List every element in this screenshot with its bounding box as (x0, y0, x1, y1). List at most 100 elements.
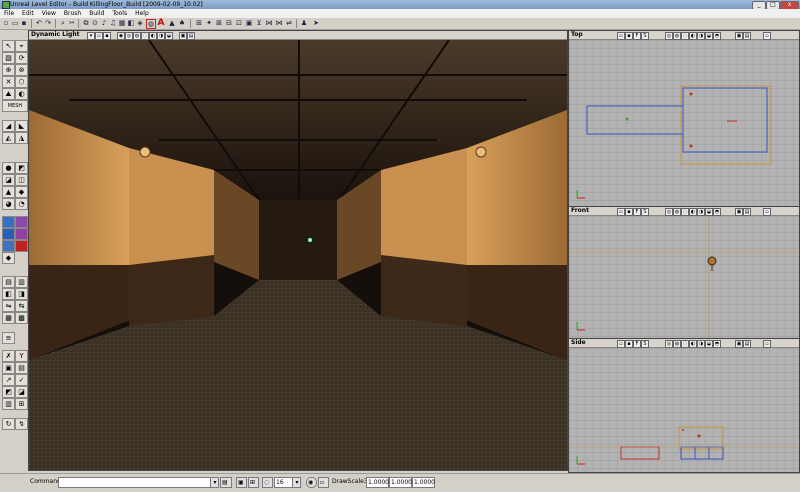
search-icon[interactable]: ⌕ (59, 19, 67, 27)
build-options-icon[interactable]: ⋈ (265, 19, 273, 27)
build-bsp-icon[interactable]: ⊠ (215, 19, 223, 27)
redo-icon[interactable]: ↷ (44, 19, 52, 27)
viewport-zone-button[interactable]: ◎ (125, 32, 133, 40)
viewport-grid-button[interactable]: ◑ (697, 340, 705, 348)
text-A-icon[interactable]: A (157, 19, 165, 28)
viewport-light-button[interactable]: ◌ (681, 340, 689, 348)
subtract-icon[interactable]: ◔ (15, 198, 28, 210)
shader-icon[interactable]: ▲ (168, 19, 176, 27)
sheet-brush-icon[interactable]: ◣ (15, 120, 28, 132)
intersect-icon[interactable] (2, 216, 15, 228)
viewport-tex-button[interactable]: F (633, 32, 641, 40)
viewport-grid-button[interactable]: ◑ (697, 32, 705, 40)
camera-mode-icon[interactable]: ↖ (2, 40, 15, 52)
actor-browser-icon[interactable]: ⊙ (91, 19, 99, 27)
undo-icon[interactable]: ↶ (35, 19, 43, 27)
align-icon[interactable]: ↗ (2, 374, 15, 386)
viewport-tex-button[interactable]: F (633, 340, 641, 348)
viewport-realtime-button[interactable]: ◐ (689, 32, 697, 40)
menu-file[interactable]: File (4, 9, 14, 18)
viewport-camera-button[interactable]: ▣ (179, 32, 187, 40)
viewport-lit-button[interactable]: ▪ (625, 32, 633, 40)
build-lighting-icon[interactable]: ✦ (205, 19, 213, 27)
curved-stair-icon[interactable]: ◫ (15, 174, 28, 186)
viewport-solid-button[interactable]: S (641, 32, 649, 40)
viewport-zone-button[interactable]: ◎ (665, 32, 673, 40)
rebuild-icon[interactable]: ⊻ (255, 19, 263, 27)
sound-icon[interactable]: ♫ (109, 19, 117, 27)
show-selected-icon[interactable]: ▤ (2, 276, 15, 288)
vertex-edit-icon[interactable]: ⌖ (15, 40, 28, 52)
viewport-light-button[interactable]: ◌ (681, 32, 689, 40)
viewport-tex-button[interactable]: F (633, 208, 641, 216)
viewport-solid-button[interactable]: S (641, 340, 649, 348)
texture-reset-icon[interactable]: ◪ (15, 386, 28, 398)
viewport-maximize-button[interactable]: ▫ (763, 208, 771, 216)
viewport-light-button[interactable]: ◌ (681, 208, 689, 216)
sphere-brush-icon[interactable]: ● (2, 162, 15, 174)
viewport-realtime-button[interactable]: ◒ (165, 32, 173, 40)
drawscale-x-input[interactable]: 1.0000 (366, 477, 389, 488)
hide-selected-icon[interactable]: ▥ (15, 276, 28, 288)
viewport-camera-button[interactable]: ▣ (735, 208, 743, 216)
viewport-paths-button[interactable]: ◓ (713, 32, 721, 40)
perspective-viewport[interactable]: Dynamic Light ▾ ▫ ▪ ◉ ◎ ◍ ◌ ◐ ◑ ◒ ▣ ▤ (28, 30, 568, 471)
staircase-icon[interactable]: ◩ (15, 162, 28, 174)
top-viewport[interactable]: Top ▫ ▪ F S ◎ ◍ ◌ ◐ ◑ ◒ ◓ ▣ ▤ ▫ (568, 30, 800, 207)
rotation-grid-icon[interactable]: ◉ (306, 477, 317, 488)
cone-brush-icon[interactable]: ◭ (2, 132, 15, 144)
viewport-depth-button[interactable]: ◑ (157, 32, 165, 40)
add-antiportal-icon[interactable] (15, 240, 28, 252)
open-icon[interactable]: ▭ (11, 19, 19, 27)
viewport-paths-button[interactable]: ◓ (713, 208, 721, 216)
viewport-lock-button[interactable]: ▤ (743, 32, 751, 40)
viewport-wire-button[interactable]: ▫ (617, 340, 625, 348)
rotation-snap-icon[interactable]: ◌ (262, 477, 273, 488)
viewport-fov-button[interactable]: ◒ (705, 208, 713, 216)
build-cover-icon[interactable]: ⊡ (235, 19, 243, 27)
viewport-maximize-button[interactable]: ▫ (763, 32, 771, 40)
vertex-snap-icon[interactable]: ▫ (318, 477, 329, 488)
save-icon[interactable]: ▪ (20, 19, 28, 27)
scale-icon[interactable]: ▧ (2, 52, 15, 64)
deintersect-icon[interactable] (15, 216, 28, 228)
build-all-icon[interactable]: ▣ (245, 19, 253, 27)
terrain-brush-icon[interactable]: ◆ (15, 186, 28, 198)
viewport-lit-button[interactable]: ▪ (625, 208, 633, 216)
texture-fit-icon[interactable]: ◩ (2, 386, 15, 398)
viewport-solid-button[interactable]: S (641, 208, 649, 216)
build-geometry-icon[interactable]: ⊞ (195, 19, 203, 27)
viewport-lock-button[interactable]: ▤ (743, 208, 751, 216)
viewport-ortho-button[interactable]: ◉ (117, 32, 125, 40)
show-all-icon[interactable]: ⇆ (15, 300, 28, 312)
mesh-browser-icon[interactable]: ◧ (127, 19, 135, 27)
add-static-mesh-icon[interactable]: ◆ (2, 252, 15, 264)
lock-selection-icon[interactable]: ▣ (236, 477, 247, 488)
texture-pan-icon[interactable]: ⊕ (2, 64, 15, 76)
menu-tools[interactable]: Tools (112, 9, 127, 18)
menu-edit[interactable]: Edit (22, 9, 34, 18)
link-icon[interactable]: ↻ (2, 418, 15, 430)
brush-properties-icon[interactable]: ▣ (2, 362, 15, 374)
build-paths-icon[interactable]: ⊟ (225, 19, 233, 27)
viewport-lit-button[interactable]: ▪ (103, 32, 111, 40)
viewport-paths-button[interactable]: ◓ (713, 340, 721, 348)
copy-icon[interactable]: ⧉ (82, 19, 90, 27)
viewport-depth-button[interactable]: ◍ (673, 340, 681, 348)
build-stats-icon[interactable]: ⋈ (275, 19, 283, 27)
log-icon[interactable]: ▤ (220, 477, 232, 488)
viewport-camera-button[interactable]: ▣ (735, 32, 743, 40)
volumetric-icon[interactable]: ▲ (2, 186, 15, 198)
command-dropdown-button[interactable]: ▾ (210, 477, 219, 488)
texture-browser-icon[interactable]: ▦ (118, 19, 126, 27)
cylinder-brush-icon[interactable]: ◮ (15, 132, 28, 144)
flip-icon[interactable]: ✗ (2, 350, 15, 362)
viewport-menu-button[interactable]: ▾ (87, 32, 95, 40)
viewport-lightingonly-button[interactable]: ◐ (149, 32, 157, 40)
menu-build[interactable]: Build (89, 9, 104, 18)
animation-icon[interactable]: ♠ (178, 19, 186, 27)
viewport-dynlight-button[interactable]: ◌ (141, 32, 149, 40)
viewport-zone-button[interactable]: ◎ (665, 208, 673, 216)
menu-brush[interactable]: Brush (64, 9, 81, 18)
viewport-texture-button[interactable]: ◍ (133, 32, 141, 40)
